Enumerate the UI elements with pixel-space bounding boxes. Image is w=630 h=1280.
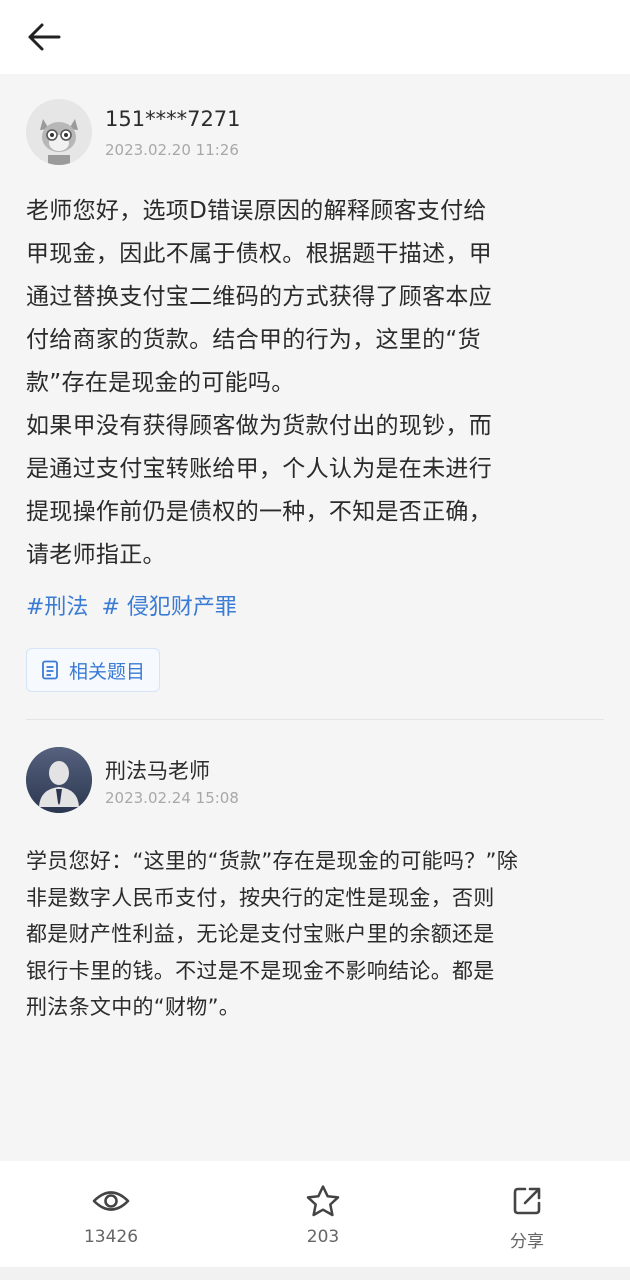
related-questions-label: 相关题目 — [69, 660, 146, 683]
question-line: 老师您好，选项D错误原因的解释顾客支付给 — [26, 198, 487, 224]
eye-icon — [92, 1183, 130, 1219]
answer-line: 都是财产性利益，无论是支付宝账户里的余额还是 — [26, 922, 495, 946]
question-line: 请老师指正。 — [26, 542, 166, 568]
share-icon — [511, 1183, 543, 1219]
related-questions-button[interactable]: 相关题目 — [26, 648, 161, 692]
question-line: 如果甲没有获得顾客做为货款付出的现钞，而 — [26, 413, 492, 439]
back-button[interactable] — [22, 16, 66, 58]
tag-criminal-law[interactable]: #刑法 — [26, 595, 88, 620]
question-line: 是通过支付宝转账给甲，个人认为是在未进行 — [26, 456, 492, 482]
answer-line: 非是数字人民币支付，按央行的定性是现金，否则 — [26, 885, 495, 910]
question-line: 款”存在是现金的可能吗。 — [26, 370, 295, 396]
share-label: 分享 — [510, 1232, 544, 1252]
answer-body: 学员您好：“这里的“货款”存在是现金的可能吗？”除 非是数字人民币支付，按央行的… — [26, 843, 616, 1026]
section-divider — [26, 719, 604, 720]
star-button[interactable]: 203 — [263, 1183, 383, 1247]
teacher-avatar[interactable] — [26, 747, 92, 813]
question-user-name: 151****7271 — [105, 107, 241, 131]
question-line: 提现操作前仍是债权的一种，不知是否正确， — [26, 499, 492, 525]
system-nav-strip — [0, 1267, 630, 1280]
star-icon — [305, 1183, 341, 1219]
question-time: 2023.02.20 11:26 — [105, 141, 239, 159]
bottom-action-bar: 13426 203 分享 — [0, 1161, 630, 1267]
question-line: 付给商家的货款。结合甲的行为，这里的“货 — [26, 327, 481, 353]
views-button[interactable]: 13426 — [51, 1183, 171, 1247]
tag-property-crime[interactable]: # 侵犯财产罪 — [101, 595, 236, 620]
answer-time: 2023.02.24 15:08 — [105, 789, 239, 807]
top-bar — [0, 0, 630, 74]
views-count: 13426 — [83, 1227, 139, 1247]
content-area: 151****7271 2023.02.20 11:26 老师您好，选项D错误原… — [0, 74, 630, 1160]
answer-line: 学员您好：“这里的“货款”存在是现金的可能吗？”除 — [26, 849, 519, 873]
answer-line: 银行卡里的钱。不过是不是现金不影响结论。都是 — [26, 958, 495, 983]
answer-user-name: 刑法马老师 — [105, 759, 210, 783]
back-arrow-icon — [26, 22, 62, 52]
question-line: 通过替换支付宝二维码的方式获得了顾客本应 — [26, 284, 492, 310]
answer-line: 刑法条文中的“财物”。 — [26, 995, 241, 1019]
share-button[interactable]: 分享 — [467, 1183, 587, 1252]
question-body: 老师您好，选项D错误原因的解释顾客支付给 甲现金，因此不属于债权。根据题干描述，… — [26, 190, 604, 577]
star-count: 203 — [306, 1227, 340, 1247]
question-line: 甲现金，因此不属于债权。根据题干描述，甲 — [26, 241, 492, 267]
tag-list: #刑法 # 侵犯财产罪 — [26, 589, 237, 621]
document-icon — [41, 660, 59, 680]
app-screen: 151****7271 2023.02.20 11:26 老师您好，选项D错误原… — [0, 0, 630, 1280]
user-avatar[interactable] — [26, 99, 92, 165]
